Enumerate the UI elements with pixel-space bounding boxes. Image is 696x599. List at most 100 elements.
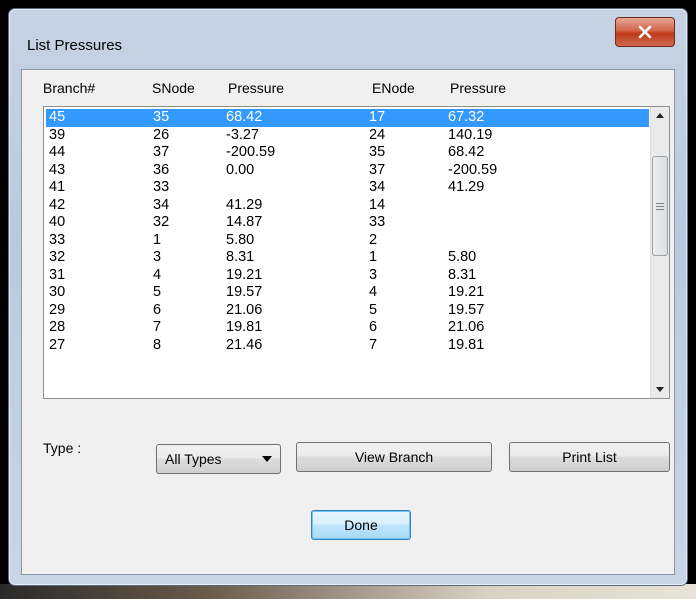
list-item[interactable]: 39 26 -3.27 24 140.19 bbox=[46, 127, 649, 145]
cell-snode: 1 bbox=[153, 231, 162, 248]
scroll-down-button[interactable] bbox=[651, 381, 669, 398]
cell-enode: 35 bbox=[369, 144, 386, 160]
cell-enode: 6 bbox=[369, 319, 378, 335]
cell-branch: 40 bbox=[49, 214, 66, 230]
cell-branch: 39 bbox=[49, 126, 66, 143]
grip-icon bbox=[656, 202, 664, 210]
cell-snode: 35 bbox=[153, 109, 170, 125]
cell-branch: 42 bbox=[49, 196, 66, 213]
list-item[interactable]: 40 32 14.87 33 bbox=[46, 214, 649, 232]
list-item[interactable]: 42 34 41.29 14 bbox=[46, 197, 649, 215]
cell-enode: 34 bbox=[369, 179, 386, 195]
cell-epressure: 67.32 bbox=[448, 109, 485, 125]
cell-snode: 26 bbox=[153, 126, 170, 143]
cell-snode: 8 bbox=[153, 336, 162, 353]
cell-epressure: 140.19 bbox=[448, 126, 493, 143]
cell-snode: 3 bbox=[153, 249, 162, 265]
cell-snode: 6 bbox=[153, 301, 162, 318]
type-select[interactable]: All Types bbox=[156, 444, 281, 474]
header-start-pressure: Pressure bbox=[228, 80, 285, 96]
cell-epressure: 19.81 bbox=[448, 336, 485, 353]
type-label: Type : bbox=[43, 440, 82, 456]
list-item[interactable]: 31 4 19.21 3 8.31 bbox=[46, 267, 649, 285]
header-snode: SNode bbox=[152, 80, 195, 96]
cell-snode: 36 bbox=[153, 161, 170, 178]
cell-epressure: 8.31 bbox=[448, 266, 477, 283]
cell-epressure: 5.80 bbox=[448, 249, 477, 265]
cell-epressure: 19.21 bbox=[448, 284, 485, 300]
cell-enode: 37 bbox=[369, 161, 386, 178]
cell-spressure: 41.29 bbox=[226, 196, 263, 213]
cell-branch: 33 bbox=[49, 231, 66, 248]
cell-epressure: 68.42 bbox=[448, 144, 485, 160]
list-pressures-dialog: List Pressures Branch# SNode Pressure EN… bbox=[8, 8, 688, 586]
list-item[interactable]: 44 37 -200.59 35 68.42 bbox=[46, 144, 649, 162]
cell-enode: 3 bbox=[369, 266, 378, 283]
list-item[interactable]: 28 7 19.81 6 21.06 bbox=[46, 319, 649, 337]
list-item[interactable]: 33 1 5.80 2 bbox=[46, 232, 649, 250]
cell-snode: 32 bbox=[153, 214, 170, 230]
cell-branch: 28 bbox=[49, 319, 66, 335]
header-end-pressure: Pressure bbox=[450, 80, 507, 96]
dialog-client-area: Branch# SNode Pressure ENode Pressure 45… bbox=[21, 69, 675, 575]
cell-enode: 4 bbox=[369, 284, 378, 300]
list-item[interactable]: 41 33 34 41.29 bbox=[46, 179, 649, 197]
cell-spressure: -200.59 bbox=[226, 144, 276, 160]
chevron-down-icon bbox=[262, 456, 272, 462]
list-item[interactable]: 27 8 21.46 7 19.81 bbox=[46, 337, 649, 355]
header-branch: Branch# bbox=[43, 80, 96, 96]
print-list-button[interactable]: Print List bbox=[509, 442, 670, 472]
list-rows: 45 35 68.42 17 67.32 39 26 -3.27 24 140.19 44 37 -20… bbox=[46, 109, 649, 354]
close-button[interactable] bbox=[615, 17, 675, 47]
header-enode: ENode bbox=[372, 80, 415, 96]
cell-snode: 33 bbox=[153, 179, 170, 195]
scroll-up-button[interactable] bbox=[651, 107, 669, 124]
cell-spressure: 5.80 bbox=[226, 231, 255, 248]
title-bar[interactable]: List Pressures bbox=[9, 9, 687, 73]
cell-branch: 30 bbox=[49, 284, 66, 300]
column-headers: Branch# SNode Pressure ENode Pressure bbox=[22, 70, 674, 110]
cell-enode: 33 bbox=[369, 214, 386, 230]
close-icon bbox=[638, 25, 652, 39]
cell-branch: 29 bbox=[49, 301, 66, 318]
scroll-down-arrow-icon bbox=[656, 387, 664, 392]
list-item[interactable]: 32 3 8.31 1 5.80 bbox=[46, 249, 649, 267]
cell-branch: 41 bbox=[49, 179, 66, 195]
cell-enode: 1 bbox=[369, 249, 378, 265]
scroll-thumb[interactable] bbox=[652, 156, 668, 256]
list-item[interactable]: 43 36 0.00 37 -200.59 bbox=[46, 162, 649, 180]
cell-epressure: 21.06 bbox=[448, 319, 485, 335]
cell-snode: 4 bbox=[153, 266, 162, 283]
cell-branch: 44 bbox=[49, 144, 66, 160]
cell-branch: 32 bbox=[49, 249, 66, 265]
cell-enode: 17 bbox=[369, 109, 386, 125]
cell-snode: 7 bbox=[153, 319, 162, 335]
cell-snode: 37 bbox=[153, 144, 170, 160]
list-item[interactable]: 30 5 19.57 4 19.21 bbox=[46, 284, 649, 302]
cell-epressure: 41.29 bbox=[448, 179, 485, 195]
cell-epressure: 19.57 bbox=[448, 301, 485, 318]
window-title: List Pressures bbox=[27, 37, 123, 54]
list-item[interactable]: 29 6 21.06 5 19.57 bbox=[46, 302, 649, 320]
cell-enode: 14 bbox=[369, 196, 386, 213]
cell-enode: 2 bbox=[369, 231, 378, 248]
cell-branch: 43 bbox=[49, 161, 66, 178]
cell-snode: 34 bbox=[153, 196, 170, 213]
cell-snode: 5 bbox=[153, 284, 162, 300]
cell-enode: 7 bbox=[369, 336, 378, 353]
pressure-listbox[interactable]: 45 35 68.42 17 67.32 39 26 -3.27 24 140.19 44 37 -20… bbox=[43, 106, 670, 399]
done-button[interactable]: Done bbox=[311, 510, 411, 540]
cell-spressure: 68.42 bbox=[226, 109, 263, 125]
cell-spressure: 19.57 bbox=[226, 284, 263, 300]
cell-spressure: -3.27 bbox=[226, 126, 260, 143]
view-branch-button[interactable]: View Branch bbox=[296, 442, 492, 472]
cell-spressure: 21.06 bbox=[226, 301, 263, 318]
type-select-value: All Types bbox=[165, 451, 222, 467]
cell-spressure: 0.00 bbox=[226, 161, 255, 178]
cell-branch: 31 bbox=[49, 266, 66, 283]
list-item[interactable]: 45 35 68.42 17 67.32 bbox=[46, 109, 649, 127]
cell-spressure: 14.87 bbox=[226, 214, 263, 230]
cell-enode: 24 bbox=[369, 126, 386, 143]
cell-enode: 5 bbox=[369, 301, 378, 318]
vertical-scrollbar[interactable] bbox=[650, 107, 669, 398]
